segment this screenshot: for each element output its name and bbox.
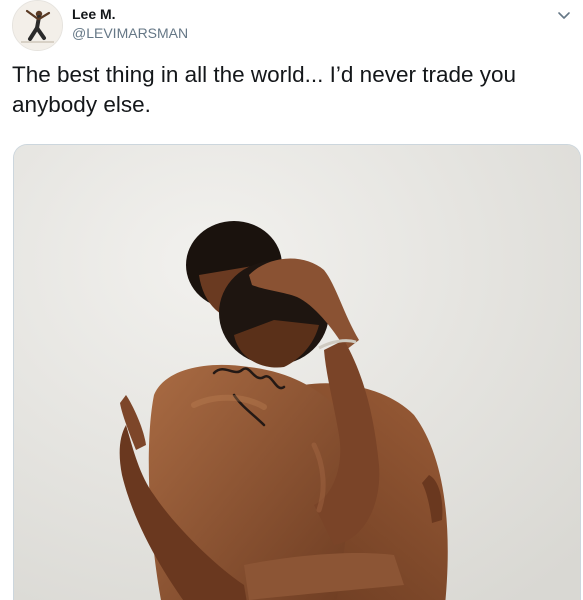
author-avatar[interactable] bbox=[12, 0, 63, 51]
tweet-menu-button[interactable] bbox=[555, 6, 573, 24]
author-handle[interactable]: @LEVIMARSMAN bbox=[72, 24, 188, 43]
tweet-text: The best thing in all the world... I’d n… bbox=[12, 62, 517, 117]
tweet-card: Lee M. @LEVIMARSMAN The best thing in al… bbox=[0, 0, 583, 600]
author-names: Lee M. @LEVIMARSMAN bbox=[72, 5, 188, 43]
avatar-yoga-pose-icon bbox=[13, 1, 62, 50]
author-display-name[interactable]: Lee M. bbox=[72, 5, 188, 23]
photo-two-men-embracing bbox=[14, 145, 580, 600]
tweet-media-photo[interactable] bbox=[13, 144, 581, 600]
chevron-down-icon bbox=[558, 12, 570, 19]
